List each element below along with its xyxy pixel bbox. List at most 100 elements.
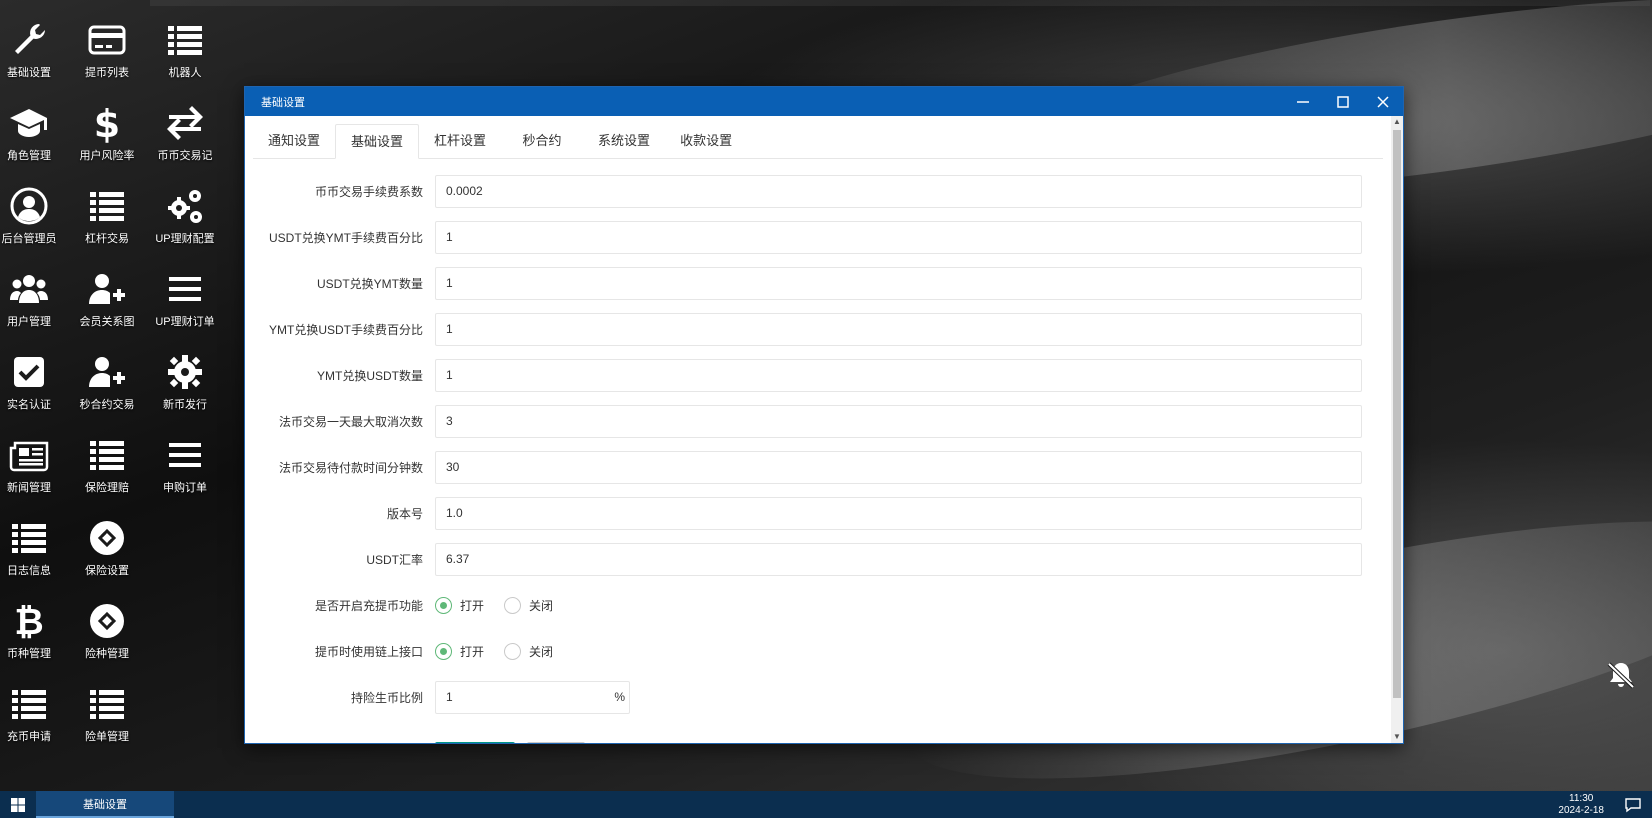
deposit-withdraw-off-radio[interactable]: 关闭 [504,596,553,614]
desktop-icon-insurance-types[interactable]: 险种管理 [68,581,146,660]
desktop-icon-real-name-auth[interactable]: 实名认证 [0,332,68,411]
radio-dot [435,642,452,660]
dialog-scrollbar[interactable]: ▲ ▼ [1391,116,1403,743]
reset-button[interactable] [527,742,585,743]
tab-basic-settings[interactable]: 基础设置 [335,124,420,159]
close-button[interactable] [1363,87,1403,116]
users-icon [10,275,48,303]
usdt-to-ymt-fee-input[interactable]: 1 [435,220,1362,254]
submit-button[interactable] [435,742,515,743]
taskbar-item-basic-settings[interactable]: 基础设置 [36,791,174,818]
tab-payment-settings[interactable]: 收款设置 [665,124,747,158]
form-row: USDT汇率 6.37 [253,536,1383,582]
field-label: 是否开启充提币功能 [314,598,423,613]
field-label: YMT兑换USDT手续费百分比 [269,322,423,337]
chain-circle-icon [90,521,124,555]
onchain-api-off-radio[interactable]: 关闭 [504,642,553,660]
deposit-withdraw-on-radio[interactable]: 打开 [435,596,484,614]
ymt-to-usdt-amount-input[interactable]: 1 [435,358,1362,392]
form-row: 版本号 1.0 [253,490,1383,536]
usdt-to-ymt-amount-input[interactable]: 1 [435,266,1362,300]
card-icon [88,25,126,55]
dialog-titlebar[interactable]: 基础设置 [245,87,1403,116]
form-row: 持险生币比例 1 % [253,674,1383,720]
form-row: 币币交易手续费系数 0.0002 [253,168,1383,214]
version-input[interactable]: 1.0 [435,496,1362,530]
form-row: USDT兑换YMT数量 1 [253,260,1383,306]
radio-dot [504,596,522,614]
desktop-icon-insurance-claims[interactable]: 保险理赔 [68,415,146,494]
notification-center-button[interactable] [1624,796,1642,814]
desktop-icon-admin[interactable]: 后台管理员 [0,166,68,245]
dollar-icon: $ [94,103,120,143]
maximize-icon [1337,95,1349,108]
windows-logo-icon [11,797,25,812]
tab-system-settings[interactable]: 系统设置 [583,124,665,158]
form-row: YMT兑换USDT手续费百分比 1 [253,306,1383,352]
user-plus-icon [89,274,125,304]
insurance-ratio-input[interactable]: 1 % [435,680,630,714]
field-label: 法币交易待付款时间分钟数 [278,460,423,475]
desktop-icon-logs[interactable]: 日志信息 [0,498,68,577]
usdt-rate-input[interactable]: 6.37 [435,542,1362,576]
dialog-body: 通知设置 基础设置 杠杆设置 秒合约 系统设置 收款设置 币币交易手续费系数 0… [245,116,1391,743]
list-icon [12,690,46,719]
desktop-icon-user-management[interactable]: 用户管理 [0,249,68,328]
desktop-icon-withdraw-list[interactable]: 提币列表 [68,0,146,79]
gear-icon [168,355,202,389]
form-row: USDT兑换YMT手续费百分比 1 [253,214,1383,260]
desktop-icon-role-management[interactable]: 角色管理 [0,83,68,162]
bell-off-icon[interactable] [1606,660,1636,690]
scroll-down-arrow-icon[interactable]: ▼ [1391,731,1403,743]
desktop-icon-insurance-settings[interactable]: 保险设置 [68,498,146,577]
coin-fee-rate-input[interactable]: 0.0002 [435,174,1362,208]
onchain-api-on-radio[interactable]: 打开 [435,642,484,660]
scrollbar-thumb[interactable] [1393,130,1401,698]
form-row: 法币交易待付款时间分钟数 30 [253,444,1383,490]
desktop-icon-subscription-orders[interactable]: 申购订单 [146,415,224,494]
tab-notification-settings[interactable]: 通知设置 [253,124,335,158]
user-plus-icon [89,357,125,387]
menu-icon [169,277,201,301]
gears-icon [168,190,202,223]
percent-suffix: % [614,690,625,704]
desktop-icon-policy-management[interactable]: 险单管理 [68,664,146,743]
taskbar-clock[interactable]: 11:30 2024-2-18 [1558,793,1604,817]
start-button[interactable] [0,791,36,818]
bitcoin-icon: ₿ [14,602,43,641]
desktop-icon-new-coin-issue[interactable]: 新币发行 [146,332,224,411]
desktop-icon-coin-trade-records[interactable]: 币币交易记 [146,83,224,162]
field-label: USDT兑换YMT数量 [317,276,423,291]
svg-text:$: $ [94,103,120,143]
desktop-icon-currency-management[interactable]: ₿ 币种管理 [0,581,68,660]
desktop-icon-up-finance-config[interactable]: UP理财配置 [146,166,224,245]
settings-form: 币币交易手续费系数 0.0002 USDT兑换YMT手续费百分比 1 USDT兑… [253,159,1383,743]
payment-wait-minutes-input[interactable]: 30 [435,450,1362,484]
list-icon [168,26,202,55]
field-label: USDT汇率 [366,552,423,567]
settings-dialog: 基础设置 通知设置 基础设置 杠杆设置 秒合约 系统设置 收款设置 币币交易手续… [244,86,1404,744]
desktop-icon-second-contract[interactable]: 秒合约交易 [68,332,146,411]
form-row: 法币交易一天最大取消次数 3 [253,398,1383,444]
desktop-icon-member-relation[interactable]: 会员关系图 [68,249,146,328]
desktop-icon-basic-settings[interactable]: 基础设置 [0,0,68,79]
desktop-icon-deposit-request[interactable]: 充币申请 [0,664,68,743]
field-label: 持险生币比例 [350,690,423,705]
max-cancel-per-day-input[interactable]: 3 [435,404,1362,438]
clock-date: 2024-2-18 [1558,805,1604,816]
desktop-icon-user-risk[interactable]: $ 用户风险率 [68,83,146,162]
desktop-icon-leverage-trade[interactable]: 杠杆交易 [68,166,146,245]
maximize-button[interactable] [1323,87,1363,116]
ymt-to-usdt-fee-input[interactable]: 1 [435,312,1362,346]
desktop-icon-up-finance-orders[interactable]: UP理财订单 [146,249,224,328]
newspaper-icon [9,441,49,472]
tab-leverage-settings[interactable]: 杠杆设置 [419,124,501,158]
scroll-up-arrow-icon[interactable]: ▲ [1391,116,1403,128]
field-label: USDT兑换YMT手续费百分比 [269,230,423,245]
tab-second-contract[interactable]: 秒合约 [501,124,583,158]
chain-circle-icon [90,604,124,638]
desktop-icon-robot[interactable]: 机器人 [146,0,224,79]
minimize-button[interactable] [1283,87,1323,116]
form-row: 是否开启充提币功能 打开 关闭 [253,582,1383,628]
desktop-icon-news[interactable]: 新闻管理 [0,415,68,494]
